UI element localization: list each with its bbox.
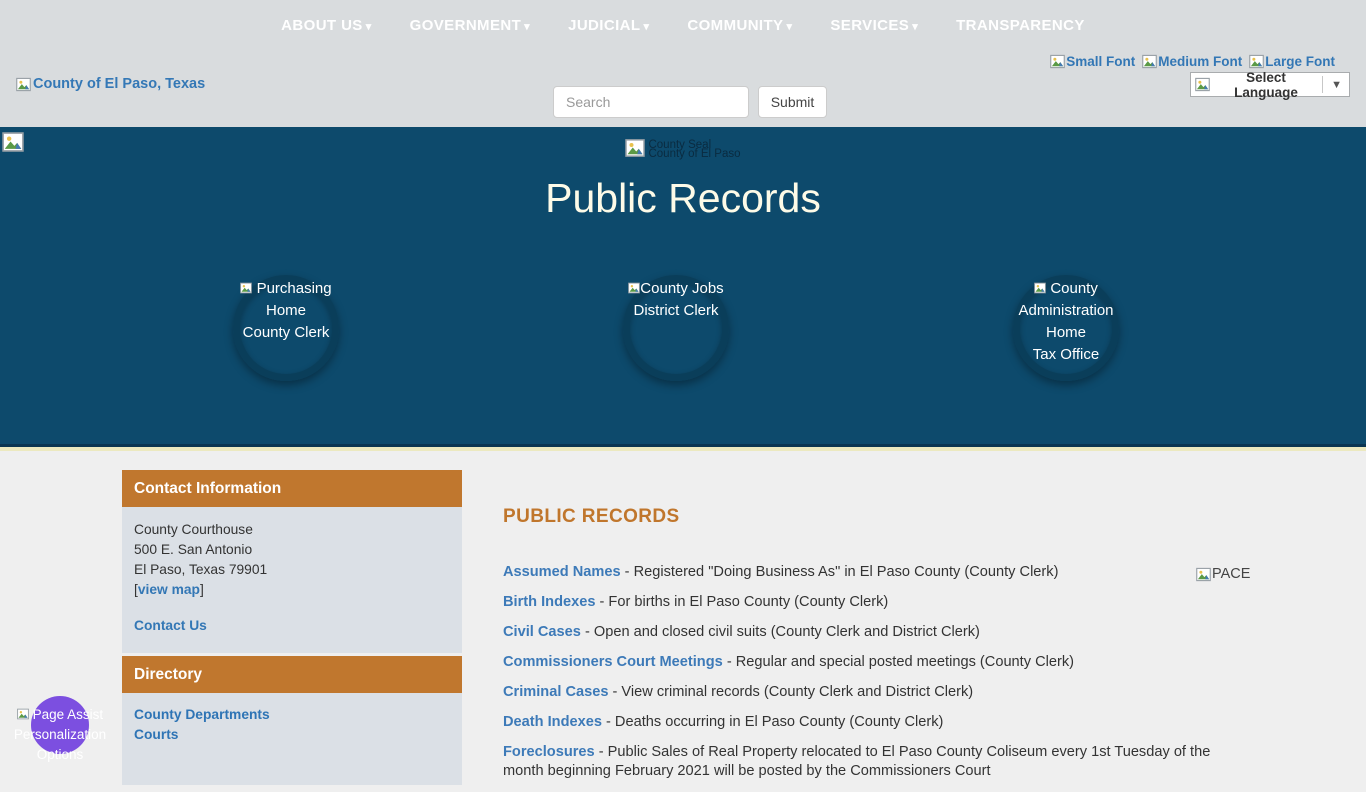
nav-about-us[interactable]: ABOUT US▾ bbox=[281, 17, 371, 34]
search-input[interactable] bbox=[553, 86, 749, 118]
contact-information-title: Contact Information bbox=[122, 470, 462, 507]
nav-transparency[interactable]: TRANSPARENCY bbox=[956, 17, 1085, 34]
view-map-link[interactable]: view map bbox=[138, 582, 200, 597]
broken-image-icon bbox=[625, 138, 645, 158]
large-font-link[interactable]: Large Font bbox=[1249, 54, 1335, 69]
page-assist-button[interactable]: Page Assist Personalization Options bbox=[31, 696, 89, 754]
broken-image-icon bbox=[16, 77, 31, 92]
public-records-list: Assumed Names - Registered "Doing Busine… bbox=[503, 563, 1240, 792]
commissioners-court-meetings-link[interactable]: Commissioners Court Meetings bbox=[503, 654, 723, 670]
county-seal-alt-text: County Seal County of El Paso bbox=[648, 141, 740, 159]
medium-font-link[interactable]: Medium Font bbox=[1142, 54, 1242, 69]
nav-services[interactable]: SERVICES▾ bbox=[830, 17, 918, 34]
broken-image-icon bbox=[1249, 54, 1264, 69]
language-selector-label: Select Language bbox=[1215, 70, 1317, 100]
broken-image-icon bbox=[1196, 567, 1211, 582]
record-item: Assumed Names - Registered "Doing Busine… bbox=[503, 563, 1240, 582]
county-clerk-link[interactable]: County Clerk bbox=[243, 324, 330, 341]
site-logo-link[interactable]: County of El Paso, Texas bbox=[16, 76, 205, 92]
address-line: 500 E. San Antonio bbox=[134, 540, 450, 560]
record-item: Criminal Cases - View criminal records (… bbox=[503, 683, 1240, 702]
small-font-link[interactable]: Small Font bbox=[1050, 54, 1135, 69]
address-line: El Paso, Texas 79901 bbox=[134, 560, 450, 580]
contact-us-link[interactable]: Contact Us bbox=[134, 618, 207, 633]
sidebar: Contact Information County Courthouse 50… bbox=[122, 470, 462, 785]
record-item: Commissioners Court Meetings - Regular a… bbox=[503, 653, 1240, 672]
purchasing-home-link[interactable]: Purchasing Home bbox=[240, 280, 331, 319]
view-map-line: [view map] bbox=[134, 580, 450, 600]
contact-information-panel: Contact Information County Courthouse 50… bbox=[122, 470, 462, 653]
broken-image-icon bbox=[1142, 54, 1157, 69]
tax-office-link[interactable]: Tax Office bbox=[1033, 346, 1099, 363]
chevron-down-icon: ▾ bbox=[524, 21, 530, 33]
record-item: Foreclosures - Public Sales of Real Prop… bbox=[503, 743, 1240, 781]
record-item: Birth Indexes - For births in El Paso Co… bbox=[503, 593, 1240, 612]
page-title: Public Records bbox=[0, 175, 1366, 222]
chevron-down-icon: ▾ bbox=[912, 21, 918, 33]
page-assist-label: Page Assist Personalization Options bbox=[0, 705, 122, 765]
pace-alt-text: PACE bbox=[1212, 566, 1250, 582]
address-line: County Courthouse bbox=[134, 520, 450, 540]
death-indexes-link[interactable]: Death Indexes bbox=[503, 714, 602, 730]
language-selector[interactable]: Select Language ▼ bbox=[1190, 72, 1350, 97]
nav-community[interactable]: COMMUNITY▾ bbox=[687, 17, 792, 34]
section-heading: PUBLIC RECORDS bbox=[503, 506, 680, 528]
directory-title: Directory bbox=[122, 656, 462, 693]
main-nav: ABOUT US▾ GOVERNMENT▾ JUDICIAL▾ COMMUNIT… bbox=[0, 0, 1366, 50]
google-translate-icon bbox=[1195, 77, 1210, 92]
courts-link[interactable]: Courts bbox=[134, 725, 450, 745]
criminal-cases-link[interactable]: Criminal Cases bbox=[503, 684, 608, 700]
broken-image-icon bbox=[1034, 282, 1046, 294]
search-submit-button[interactable]: Submit bbox=[758, 86, 827, 118]
site-logo-alt-text: County of El Paso, Texas bbox=[33, 76, 205, 92]
chevron-down-icon: ▾ bbox=[366, 21, 372, 33]
broken-image-icon bbox=[17, 708, 29, 720]
county-departments-link[interactable]: County Departments bbox=[134, 705, 450, 725]
chevron-down-icon: ▾ bbox=[786, 21, 792, 33]
assumed-names-link[interactable]: Assumed Names bbox=[503, 564, 621, 580]
divider bbox=[1322, 76, 1323, 93]
directory-panel: Directory County Departments Courts bbox=[122, 656, 462, 785]
pace-image: PACE bbox=[1196, 566, 1250, 582]
county-seal-image: County Seal County of El Paso bbox=[0, 138, 1366, 159]
quick-link-circle-jobs: County Jobs District Clerk bbox=[623, 275, 729, 381]
hero-banner: County Seal County of El Paso Public Rec… bbox=[0, 127, 1366, 444]
county-administration-home-link[interactable]: County Administration Home bbox=[1018, 280, 1113, 341]
record-item: Death Indexes - Deaths occurring in El P… bbox=[503, 713, 1240, 732]
broken-image-icon bbox=[240, 282, 252, 294]
site-header: ABOUT US▾ GOVERNMENT▾ JUDICIAL▾ COMMUNIT… bbox=[0, 0, 1366, 127]
foreclosures-link[interactable]: Foreclosures bbox=[503, 744, 595, 760]
birth-indexes-link[interactable]: Birth Indexes bbox=[503, 594, 595, 610]
broken-image-icon bbox=[1050, 54, 1065, 69]
civil-cases-link[interactable]: Civil Cases bbox=[503, 624, 581, 640]
nav-judicial[interactable]: JUDICIAL▾ bbox=[568, 17, 649, 34]
nav-government[interactable]: GOVERNMENT▾ bbox=[410, 17, 530, 34]
county-jobs-link[interactable]: County Jobs bbox=[628, 280, 723, 297]
dropdown-arrow-icon: ▼ bbox=[1328, 79, 1345, 91]
font-size-controls: Small Font Medium Font Large Font bbox=[1050, 54, 1335, 69]
broken-image-icon bbox=[628, 282, 640, 294]
district-clerk-link[interactable]: District Clerk bbox=[634, 302, 719, 319]
record-item: Civil Cases - Open and closed civil suit… bbox=[503, 623, 1240, 642]
quick-link-circle-administration: County Administration Home Tax Office bbox=[1013, 275, 1119, 381]
accent-divider bbox=[0, 447, 1366, 451]
chevron-down-icon: ▾ bbox=[643, 21, 649, 33]
quick-link-circle-purchasing: Purchasing Home County Clerk bbox=[233, 275, 339, 381]
